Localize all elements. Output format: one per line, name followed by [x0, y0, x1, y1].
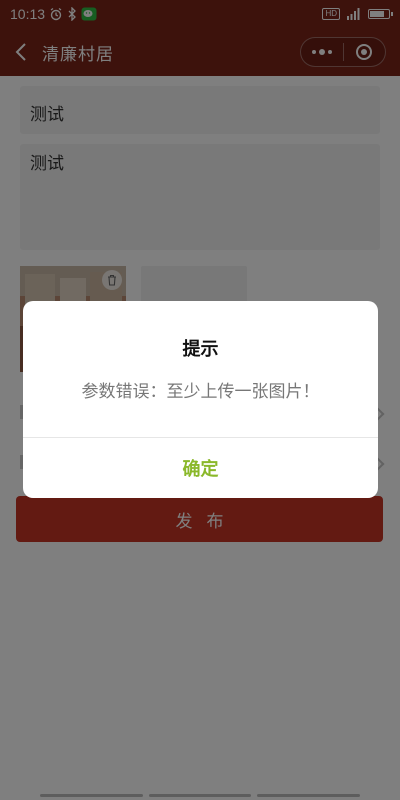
dialog-title: 提示 [182, 339, 219, 360]
alert-dialog: 提示 参数错误：至少上传一张图片！ 确定 [23, 301, 378, 498]
confirm-button[interactable]: 确定 [23, 438, 378, 498]
dialog-message: 参数错误：至少上传一张图片！ [81, 382, 320, 402]
screen: 10:13 HD 清廉村居 [0, 0, 400, 800]
